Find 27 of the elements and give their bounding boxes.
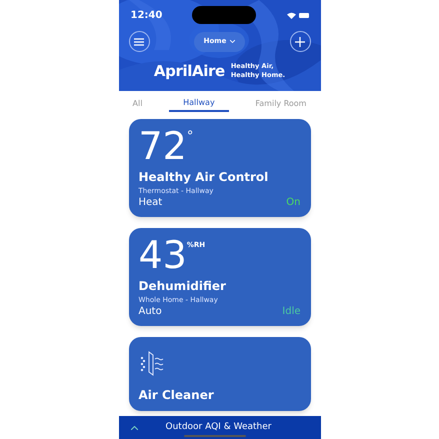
- battery-icon: [298, 12, 308, 18]
- reading-value: 72: [138, 125, 187, 167]
- brand-logo: AprilAire: [154, 61, 225, 82]
- plus-icon: [295, 36, 305, 46]
- add-button[interactable]: [290, 31, 310, 52]
- device-name: Dehumidifier: [138, 279, 227, 294]
- wifi-icon: [286, 12, 296, 18]
- device-status: On: [286, 197, 300, 209]
- room-tab[interactable]: Hallway: [169, 97, 229, 112]
- bottom-bar-label: Outdoor AQI & Weather: [166, 420, 272, 434]
- chevron-down-icon: [230, 40, 236, 43]
- camera-notch: [192, 6, 256, 24]
- bottom-bar[interactable]: Outdoor AQI & Weather: [118, 416, 320, 439]
- status-time: 12:40: [130, 8, 162, 22]
- reading-unit: °: [186, 128, 194, 146]
- reading-value: 43: [138, 234, 187, 276]
- home-indicator: [184, 435, 246, 437]
- device-card[interactable]: Air Cleaner: [128, 337, 310, 411]
- menu-button[interactable]: [128, 31, 150, 52]
- menu-icon: [134, 38, 144, 46]
- chevron-up-icon: [130, 426, 138, 430]
- device-name: Air Cleaner: [138, 388, 215, 403]
- device-mode: Heat: [138, 197, 162, 209]
- device-mode: Auto: [138, 306, 162, 318]
- air-purifier-icon: [138, 350, 164, 378]
- device-status: Idle: [282, 306, 300, 318]
- device-name: Healthy Air Control: [138, 170, 270, 185]
